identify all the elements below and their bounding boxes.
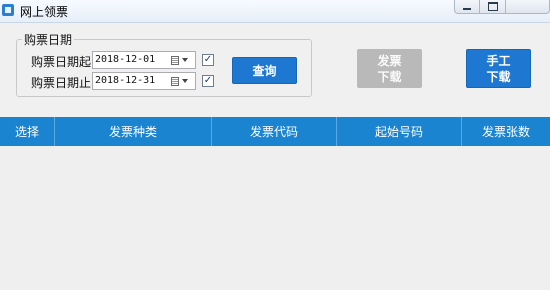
end-date-checkbox[interactable]: ✓	[202, 75, 214, 87]
app-icon	[2, 4, 14, 16]
column-header-invoice-code[interactable]: 发票代码	[212, 117, 337, 146]
start-date-value: 2018-12-01	[95, 54, 156, 65]
column-header-start-number[interactable]: 起始号码	[337, 117, 462, 146]
start-date-label: 购票日期起	[31, 55, 92, 69]
title-bar: 网上领票	[0, 0, 550, 23]
invoice-download-label-line2: 下载	[377, 69, 402, 84]
window-controls	[454, 0, 550, 18]
close-button[interactable]	[506, 0, 550, 14]
query-button[interactable]: 查询	[232, 57, 297, 84]
end-date-dropdown[interactable]	[171, 75, 193, 87]
chevron-down-icon	[182, 58, 188, 62]
invoice-grid-body[interactable]	[0, 146, 550, 290]
start-date-checkbox[interactable]: ✓	[202, 54, 214, 66]
invoice-download-button[interactable]: 发票 下载	[357, 49, 422, 88]
calendar-icon	[171, 76, 179, 86]
column-header-invoice-count[interactable]: 发票张数	[462, 117, 550, 146]
column-header-select[interactable]: 选择	[0, 117, 55, 146]
calendar-icon	[171, 55, 179, 65]
start-date-picker[interactable]: 2018-12-01	[92, 51, 196, 69]
manual-download-button[interactable]: 手工 下载	[466, 49, 531, 88]
date-filter-group-label: 购票日期	[22, 31, 75, 48]
window-title: 网上领票	[20, 5, 69, 19]
manual-download-label-line1: 手工	[486, 53, 511, 68]
invoice-grid-header: 选择 发票种类 发票代码 起始号码 发票张数	[0, 117, 550, 146]
end-date-picker[interactable]: 2018-12-31	[92, 72, 196, 90]
minimize-icon	[463, 8, 471, 10]
manual-download-label-line2: 下载	[486, 69, 511, 84]
maximize-button[interactable]	[480, 0, 506, 14]
invoice-download-label-line1: 发票	[377, 53, 402, 68]
end-date-value: 2018-12-31	[95, 75, 156, 86]
chevron-down-icon	[182, 79, 188, 83]
maximize-icon	[487, 2, 498, 11]
minimize-button[interactable]	[454, 0, 480, 14]
end-date-label: 购票日期止	[31, 76, 92, 90]
column-header-invoice-type[interactable]: 发票种类	[55, 117, 212, 146]
start-date-dropdown[interactable]	[171, 54, 193, 66]
